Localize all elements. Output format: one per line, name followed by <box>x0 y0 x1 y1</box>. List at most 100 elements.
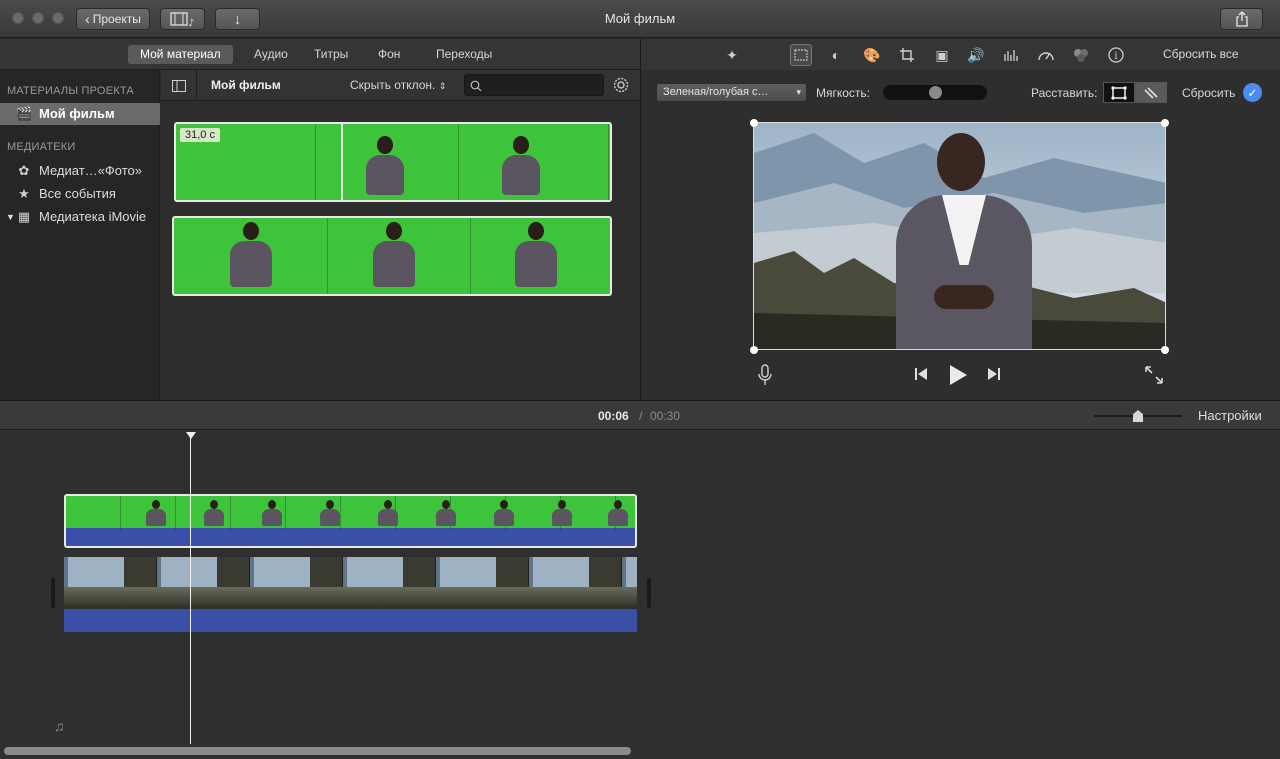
skip-back-button[interactable] <box>913 367 933 385</box>
viewer-panel <box>641 115 1280 400</box>
timeline-overlay-clip[interactable] <box>64 494 637 548</box>
voiceover-button[interactable] <box>757 364 777 388</box>
checkmark-icon: ✓ <box>1247 85 1258 100</box>
clip-range-marker <box>341 124 343 200</box>
sidebar-item-imovie-library[interactable]: ▼ ▦ Медиатека iMovie <box>0 206 160 228</box>
resize-handle-bottom-right[interactable] <box>1161 346 1169 354</box>
tab-audio[interactable]: Аудио <box>242 45 300 64</box>
tab-titles[interactable]: Титры <box>302 45 360 64</box>
total-duration: 00:30 <box>650 409 681 423</box>
search-input[interactable] <box>485 77 600 93</box>
media-library-toggle-button[interactable]: ♪ <box>160 8 205 30</box>
clip-trim-handle-left[interactable] <box>51 578 55 608</box>
overlay-type-select[interactable]: Зеленая/голубая с… ▾ <box>656 83 807 102</box>
magic-wand-icon: ✦ <box>726 46 738 63</box>
timeline-background-clip[interactable] <box>64 557 637 632</box>
sidebar-item-photos-library[interactable]: ✿ Медиат…«Фото» <box>0 160 160 182</box>
softness-label: Мягкость: <box>816 86 871 100</box>
sidebar-item-label: Медиатека iMovie <box>39 209 147 224</box>
arrange-frame-button[interactable] <box>1103 82 1135 103</box>
browser-settings-button[interactable] <box>611 75 631 95</box>
clip-info-button[interactable]: i <box>1105 44 1127 66</box>
chevron-left-icon: ‹ <box>85 11 90 27</box>
presenter-thumbnail <box>502 136 540 195</box>
skip-forward-button[interactable] <box>986 367 1006 385</box>
color-balance-button[interactable]: ◐ <box>825 44 847 66</box>
overlay-settings-bar: Зеленая/голубая с… ▾ Мягкость: Расставит… <box>641 70 1280 115</box>
browser-clip-1[interactable]: 31,0 с <box>174 122 612 202</box>
presenter-thumbnail <box>378 500 398 528</box>
timeline-zoom-knob[interactable] <box>1133 410 1143 422</box>
tab-my-media[interactable]: Мой материал <box>128 45 233 64</box>
star-icon: ★ <box>18 186 30 201</box>
sidebar-item-my-movie[interactable]: 🎬 Мой фильм <box>0 103 160 125</box>
resize-handle-bottom-left[interactable] <box>750 346 758 354</box>
overlay-audio-track <box>66 528 635 546</box>
softness-slider-knob[interactable] <box>928 86 942 99</box>
background-forest-strip <box>64 587 637 609</box>
sidebar-item-label: Мой фильм <box>39 106 115 121</box>
stabilization-button[interactable]: ▣ <box>931 44 953 66</box>
softness-slider[interactable] <box>883 85 987 100</box>
timeline-header: 00:06 / 00:30 Настройки <box>0 400 1280 430</box>
video-overlay-button[interactable] <box>790 44 812 66</box>
play-icon <box>950 365 967 385</box>
fullscreen-button[interactable] <box>1144 365 1166 387</box>
timeline-settings-button[interactable]: Настройки <box>1198 408 1262 423</box>
sidebar-item-all-events[interactable]: ★ Все события <box>0 183 160 205</box>
share-button[interactable] <box>1220 8 1263 30</box>
playhead-marker-icon[interactable] <box>186 432 196 439</box>
close-window-button[interactable] <box>12 12 24 24</box>
reset-all-button[interactable]: Сбросить все <box>1163 47 1239 61</box>
presenter-thumbnail <box>515 222 557 287</box>
apply-checkmark-button[interactable]: ✓ <box>1243 83 1262 102</box>
sidebar-toggle-button[interactable] <box>161 70 197 101</box>
volume-button[interactable]: 🔊 <box>965 44 987 66</box>
film-music-icon: ♪ <box>169 12 194 27</box>
background-audio-track <box>64 609 637 632</box>
arrange-crop-button[interactable] <box>1135 82 1167 103</box>
presenter-thumbnail <box>320 500 340 528</box>
presenter-thumbnail <box>373 222 415 287</box>
resize-handle-top-left[interactable] <box>750 119 758 127</box>
share-icon <box>1235 11 1248 27</box>
import-button[interactable]: ↓ <box>215 8 260 30</box>
color-correction-button[interactable]: 🎨 <box>861 44 883 66</box>
search-field[interactable] <box>464 74 604 96</box>
clip-filter-button[interactable] <box>1070 44 1092 66</box>
overlay-frame-icon <box>794 49 808 61</box>
speed-button[interactable] <box>1035 44 1057 66</box>
projects-back-button[interactable]: ‹ Проекты <box>76 8 150 30</box>
info-icon: i <box>1108 47 1124 63</box>
timeline-scrollbar[interactable] <box>4 747 631 755</box>
adjustments-toolbar: ✦ ◐ 🎨 ▣ 🔊 i Сбросить все <box>641 39 1280 70</box>
reset-button[interactable]: Сбросить <box>1182 86 1235 100</box>
tab-backgrounds[interactable]: Фон <box>366 45 412 64</box>
presenter-thumbnail <box>494 500 514 528</box>
video-preview[interactable] <box>753 122 1166 350</box>
contrast-circle-icon: ◐ <box>831 47 841 63</box>
arrange-label: Расставить: <box>1031 86 1098 100</box>
tab-transitions[interactable]: Переходы <box>424 45 504 64</box>
gear-icon <box>613 77 629 93</box>
zoom-window-button[interactable] <box>52 12 64 24</box>
noise-eq-button[interactable] <box>1000 44 1022 66</box>
playhead[interactable] <box>190 432 191 744</box>
disclosure-triangle-icon[interactable]: ▼ <box>6 206 15 228</box>
music-track-well[interactable]: ♫ <box>46 712 1280 738</box>
microphone-icon <box>758 364 772 385</box>
libraries-heading: МЕДИАТЕКИ <box>7 141 76 153</box>
music-note-icon: ♫ <box>54 718 65 734</box>
resize-handle-top-right[interactable] <box>1161 119 1169 127</box>
enhance-wand-button[interactable]: ✦ <box>721 44 743 66</box>
crop-button[interactable] <box>896 44 918 66</box>
minimize-window-button[interactable] <box>32 12 44 24</box>
current-time: 00:06 <box>598 409 629 423</box>
filter-select[interactable]: Скрыть отклон. ⇕ <box>350 78 446 92</box>
chevron-down-icon: ▾ <box>796 87 801 97</box>
clip-trim-handle-right[interactable] <box>647 578 651 608</box>
play-button[interactable] <box>947 364 971 388</box>
speaker-icon: 🔊 <box>967 46 985 63</box>
timeline-zoom-slider[interactable] <box>1094 410 1182 422</box>
browser-clip-2[interactable] <box>172 216 612 296</box>
